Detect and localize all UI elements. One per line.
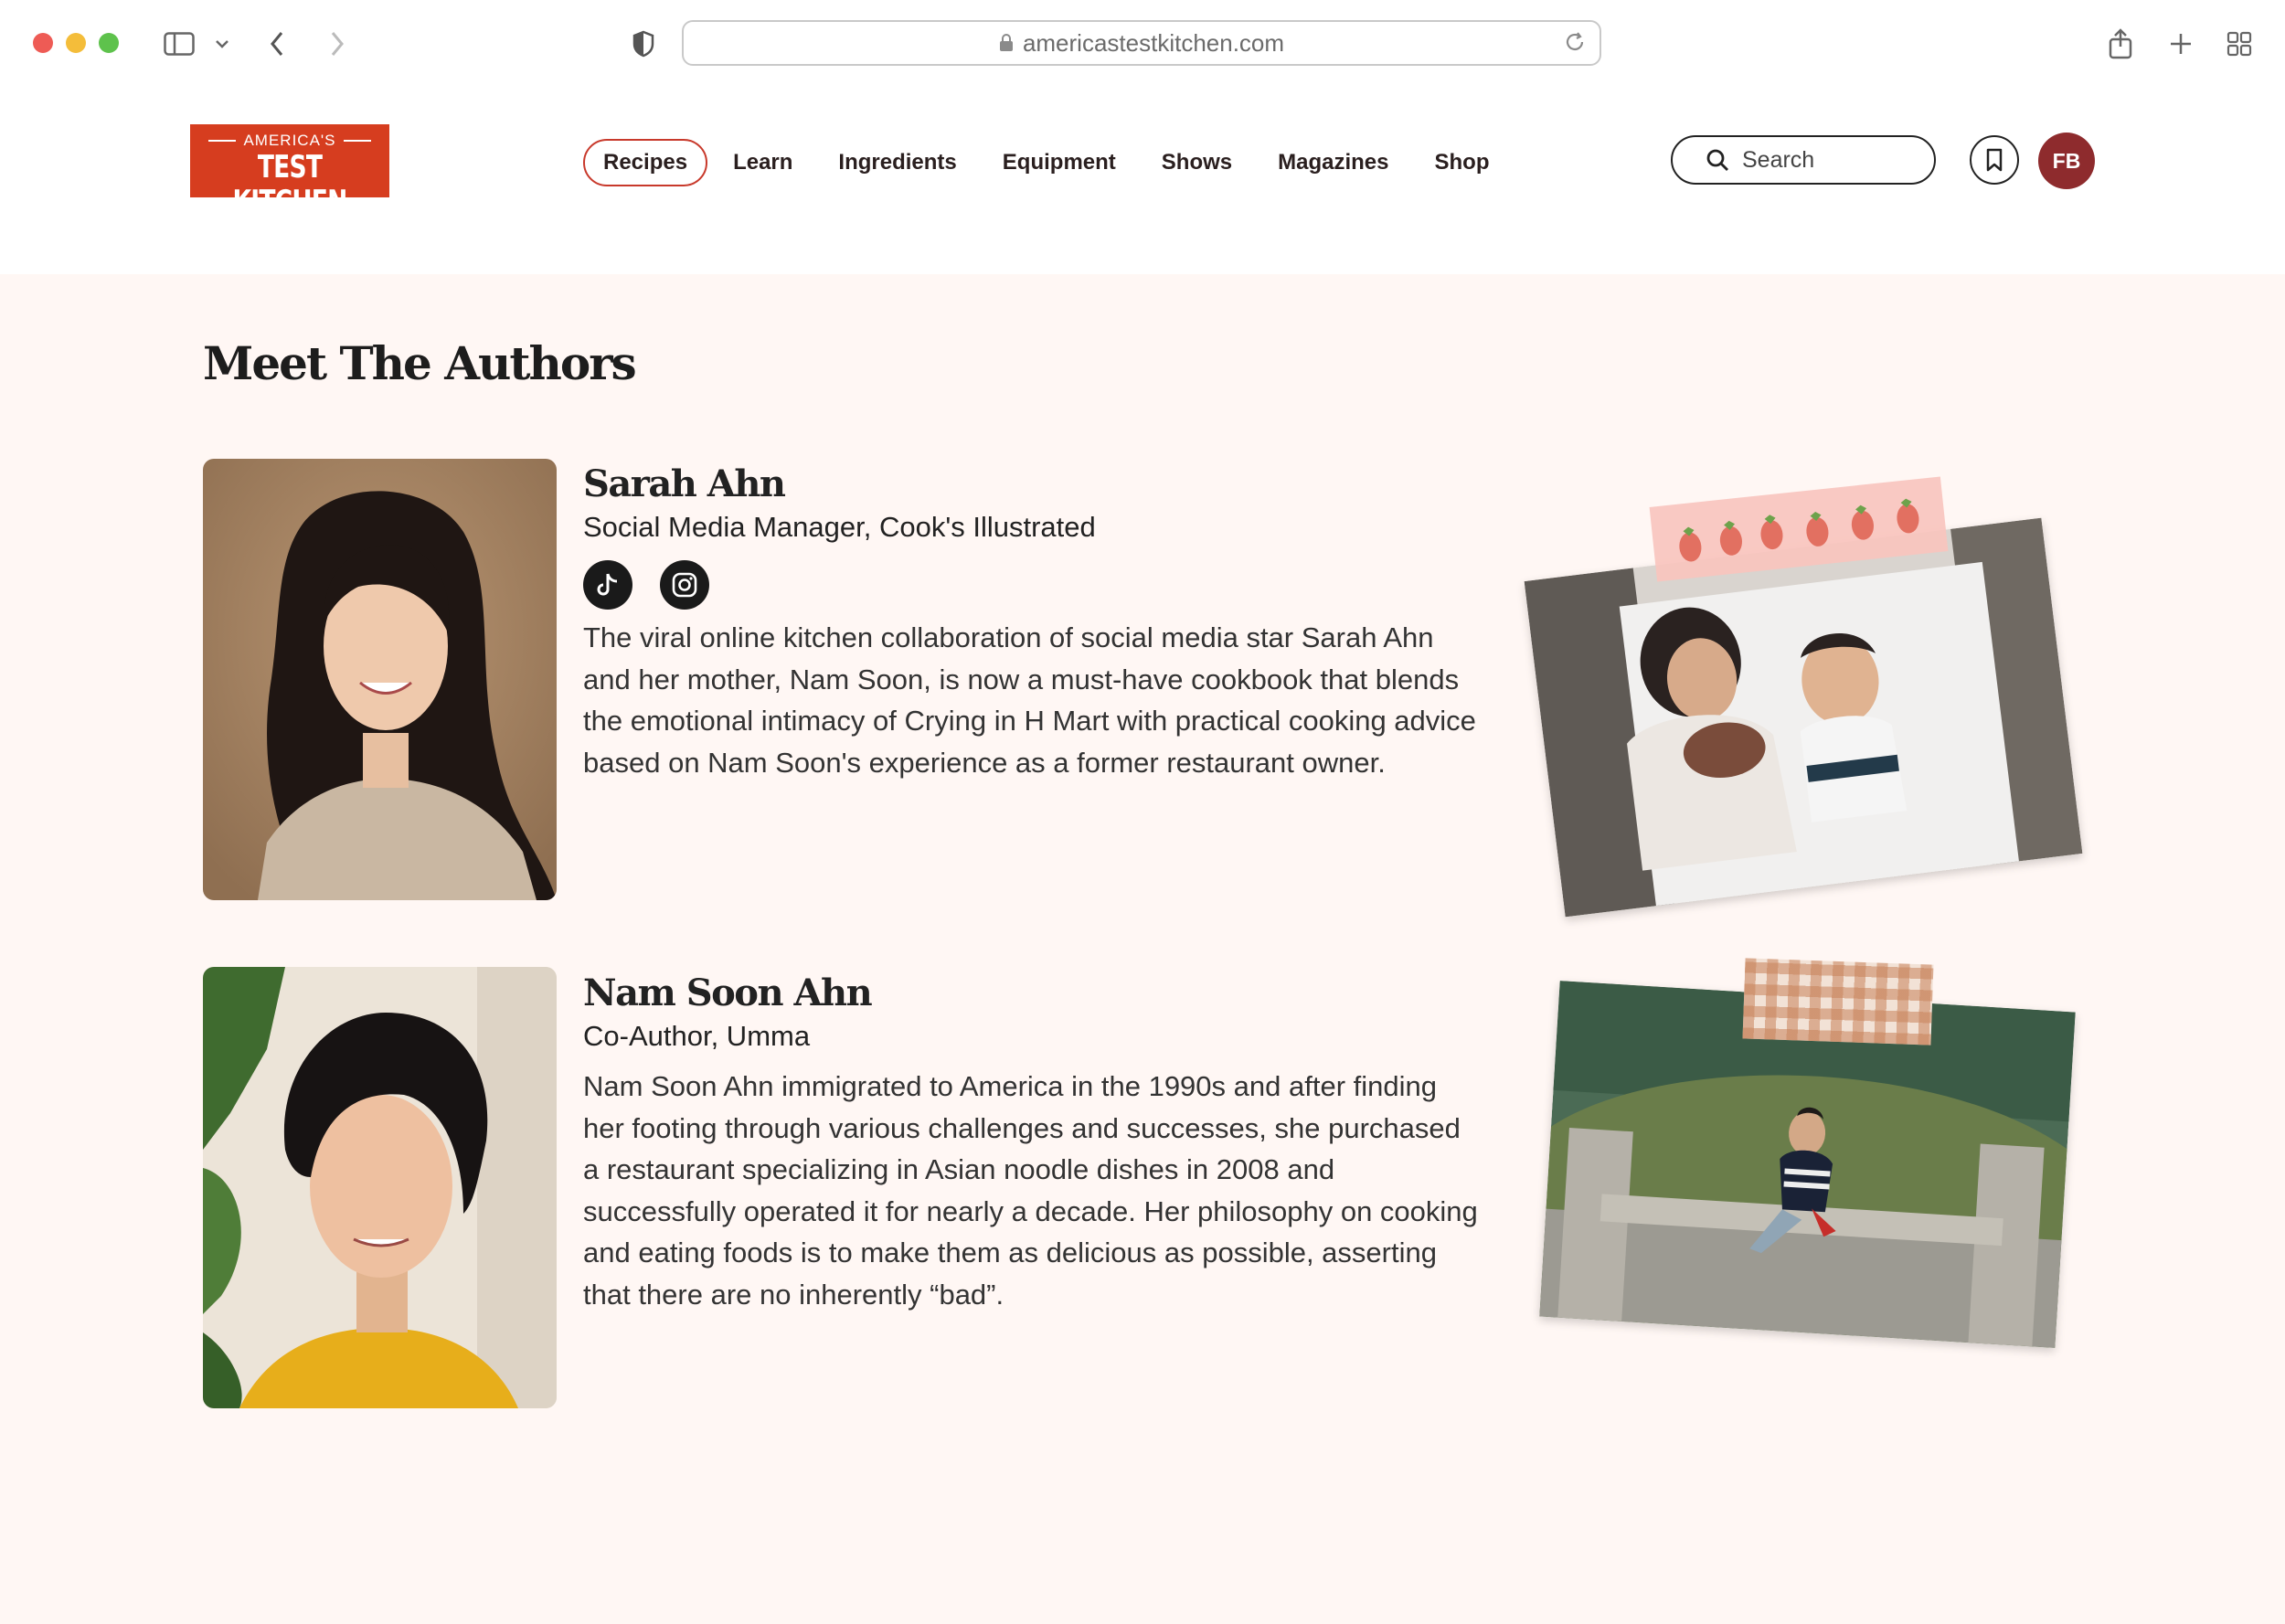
nav-shows[interactable]: Shows	[1142, 139, 1252, 186]
nav-magazines[interactable]: Magazines	[1258, 139, 1408, 186]
page-title: Meet The Authors	[203, 336, 637, 390]
url-text: americastestkitchen.com	[1022, 28, 1285, 57]
nav-learn[interactable]: Learn	[713, 139, 813, 186]
site-logo[interactable]: AMERICA'S TEST KITCHEN	[190, 124, 389, 219]
logo-bottom-text: TEST KITCHEN	[232, 149, 347, 220]
logo-top-text: AMERICA'S	[243, 132, 336, 149]
author-name: Sarah Ahn	[583, 462, 786, 505]
author-role: Co-Author, Umma	[583, 1020, 811, 1052]
reload-icon[interactable]	[1563, 30, 1587, 58]
lock-icon	[999, 34, 1013, 51]
site-header: AMERICA'S TEST KITCHEN Recipes Learn Ing…	[0, 88, 2285, 274]
address-bar[interactable]: americastestkitchen.com	[682, 20, 1601, 66]
share-icon[interactable]	[2102, 24, 2139, 64]
chevron-down-icon[interactable]	[208, 24, 236, 64]
search-icon	[1706, 149, 1728, 171]
new-tab-plus-icon[interactable]	[2163, 24, 2199, 64]
search-button[interactable]: Search	[1671, 135, 1936, 185]
author-bio: Nam Soon Ahn immigrated to America in th…	[583, 1070, 1478, 1311]
author-role: Social Media Manager, Cook's Illustrated	[583, 511, 1096, 543]
author-name: Nam Soon Ahn	[583, 971, 873, 1014]
sidebar-toggle-icon[interactable]	[161, 24, 197, 64]
zoom-window-button[interactable]	[99, 33, 119, 53]
back-arrow-icon[interactable]	[263, 24, 291, 64]
nav-equipment[interactable]: Equipment	[983, 139, 1136, 186]
author-photo-sarah	[203, 459, 557, 900]
nav-recipes[interactable]: Recipes	[583, 139, 708, 186]
minimize-window-button[interactable]	[66, 33, 86, 53]
search-label: Search	[1742, 146, 1815, 173]
tiktok-icon[interactable]	[583, 560, 632, 610]
tab-overview-icon[interactable]	[2221, 24, 2258, 64]
instagram-icon[interactable]	[660, 560, 709, 610]
decorative-tape-gingham	[1742, 958, 1934, 1046]
privacy-shield-icon[interactable]	[627, 24, 660, 64]
nav-ingredients[interactable]: Ingredients	[818, 139, 976, 186]
nav-shop[interactable]: Shop	[1415, 139, 1510, 186]
social-links	[583, 560, 1479, 610]
bookmark-icon	[1986, 148, 2003, 172]
main-nav: Recipes Learn Ingredients Equipment Show…	[583, 139, 1515, 186]
family-photo-hospital	[1524, 517, 2083, 918]
forward-arrow-icon[interactable]	[324, 24, 351, 64]
bookmark-button[interactable]	[1970, 135, 2019, 185]
author-photo-nam-soon	[203, 967, 557, 1408]
author-info-nam-soon: Nam Soon Ahn Co-Author, Umma Nam Soon Ah…	[583, 971, 1479, 1315]
author-info-sarah: Sarah Ahn Social Media Manager, Cook's I…	[583, 462, 1479, 783]
close-window-button[interactable]	[33, 33, 53, 53]
browser-toolbar: americastestkitchen.com	[0, 0, 2285, 88]
author-bio: The viral online kitchen collaboration o…	[583, 621, 1476, 779]
user-avatar[interactable]: FB	[2038, 133, 2095, 189]
